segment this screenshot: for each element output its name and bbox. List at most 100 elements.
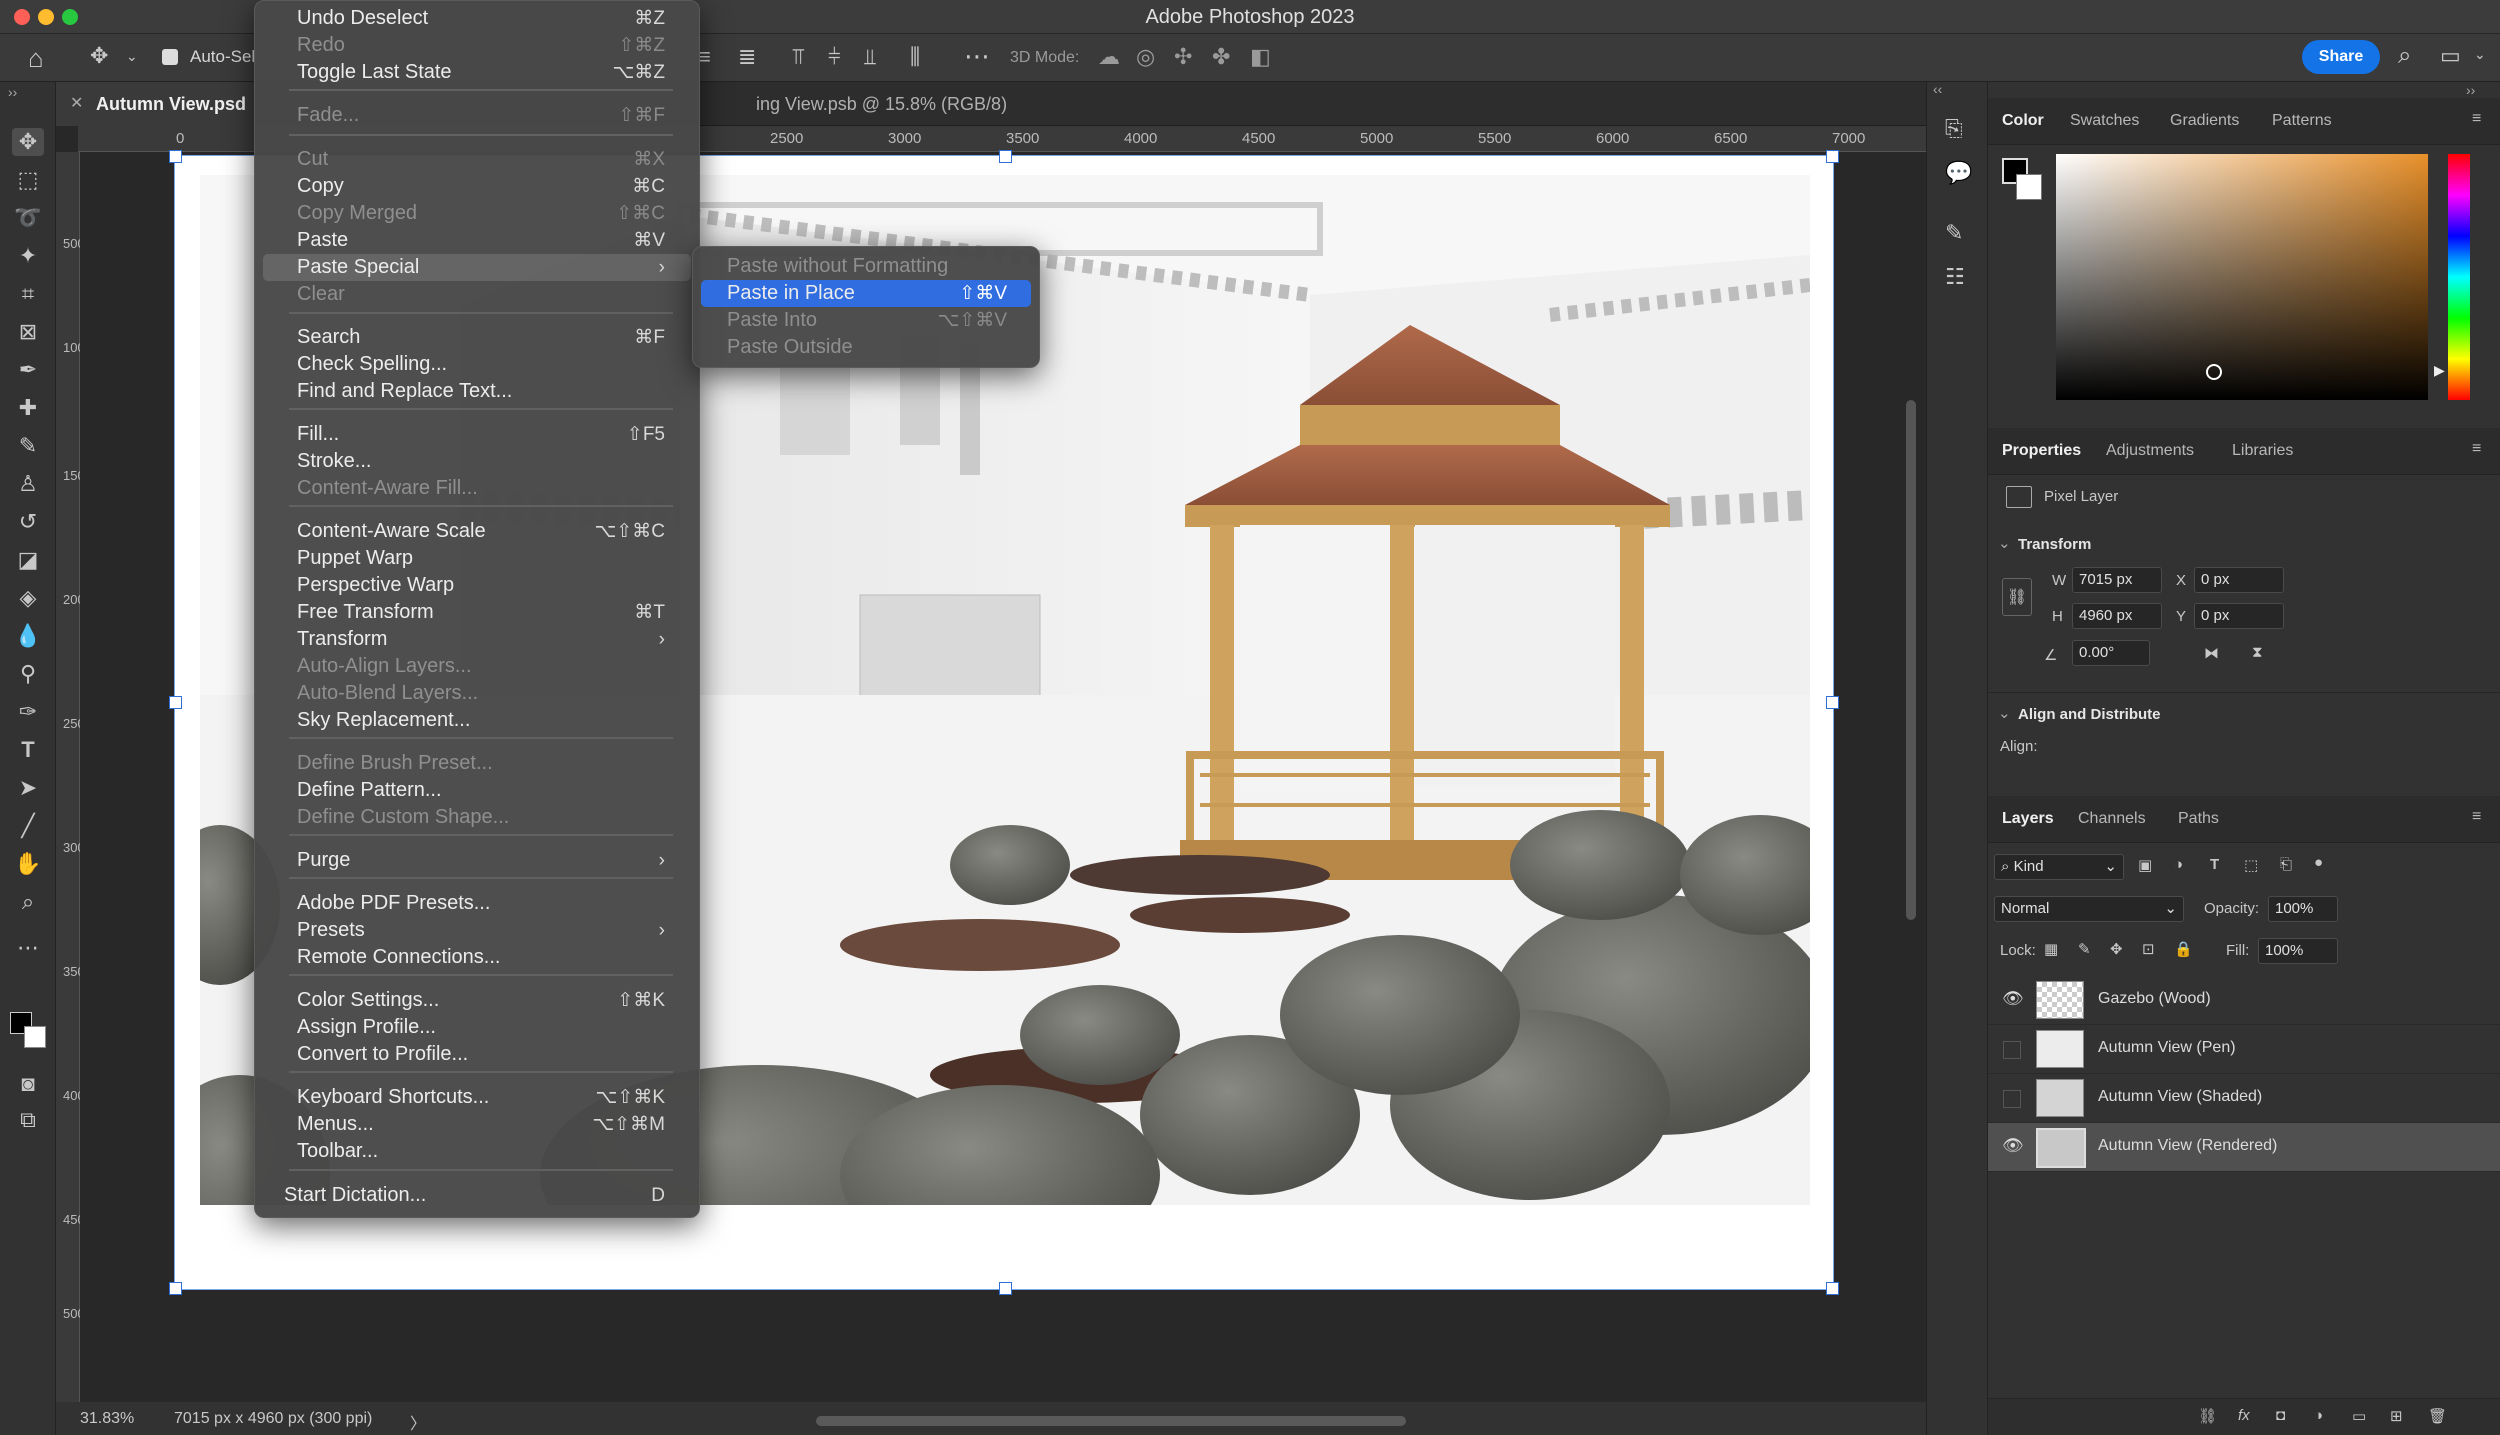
layer-row-selected[interactable]: 👁 Autumn View (Rendered): [1988, 1123, 2500, 1172]
path-selection-tool-icon[interactable]: ➤: [12, 774, 44, 802]
close-tab-icon[interactable]: ✕: [70, 82, 83, 126]
hue-slider-marker[interactable]: ▶: [2434, 362, 2445, 379]
marquee-tool-icon[interactable]: ⬚: [12, 166, 44, 194]
transform-handle[interactable]: [169, 150, 182, 163]
layer-row[interactable]: Autumn View (Pen): [1988, 1025, 2500, 1074]
edit-menu-item[interactable]: Content-Aware Scale ⌥⇧⌘C: [263, 518, 691, 545]
comments-panel-icon[interactable]: 💬: [1945, 162, 1972, 184]
flip-vertical-icon[interactable]: ⧗: [2252, 644, 2263, 661]
visibility-toggle[interactable]: [2003, 1090, 2021, 1108]
adjustments-panel-icon[interactable]: ☷: [1945, 266, 1965, 288]
more-tools-icon[interactable]: ⋯: [12, 934, 44, 962]
filter-pixel-icon[interactable]: ▣: [2138, 856, 2152, 874]
3d-camera-icon[interactable]: ◧: [1250, 46, 1271, 68]
3d-roll-icon[interactable]: ◎: [1136, 46, 1155, 68]
edit-menu-item[interactable]: Transform ›: [263, 626, 691, 653]
search-icon[interactable]: ⌕: [2398, 44, 2411, 68]
height-field[interactable]: 4960 px: [2072, 603, 2162, 629]
filter-shape-icon[interactable]: ⬚: [2244, 856, 2258, 874]
eye-icon[interactable]: 👁: [2002, 1136, 2024, 1156]
paste-special-item[interactable]: Paste Outside: [701, 334, 1031, 361]
panel-menu-icon[interactable]: ≡: [2472, 808, 2481, 826]
edit-menu-item[interactable]: Sky Replacement...: [263, 707, 691, 734]
edit-menu-item[interactable]: Paste ⌘V: [263, 227, 691, 254]
edit-menu-item[interactable]: Purge ›: [263, 847, 691, 874]
filter-adjustment-icon[interactable]: ◑: [2174, 856, 2183, 873]
move-tool-icon[interactable]: ✥: [90, 45, 108, 67]
dodge-tool-icon[interactable]: ⚲: [12, 660, 44, 688]
adjustment-layer-icon[interactable]: ◑: [2314, 1407, 2323, 1424]
stamp-tool-icon[interactable]: ♙: [12, 470, 44, 498]
history-panel-icon[interactable]: ⎘: [1945, 118, 1963, 140]
lock-transparent-icon[interactable]: ▦: [2044, 940, 2058, 958]
color-picker-field[interactable]: [2056, 154, 2428, 400]
crop-tool-icon[interactable]: ⌗: [12, 280, 44, 308]
edit-menu-item[interactable]: Define Brush Preset...: [263, 750, 691, 777]
edit-menu-item[interactable]: Check Spelling...: [263, 351, 691, 378]
lock-all-icon[interactable]: 🔒: [2174, 940, 2193, 958]
edit-menu-item[interactable]: Clear: [263, 281, 691, 308]
filter-type-icon[interactable]: T: [2210, 856, 2219, 873]
distribute-bottom-icon[interactable]: ⫫: [864, 46, 876, 68]
share-button[interactable]: Share: [2302, 40, 2380, 74]
chevron-down-icon[interactable]: ⌄: [126, 49, 138, 63]
fill-field[interactable]: 100%: [2258, 938, 2338, 964]
edit-menu-item[interactable]: Content-Aware Fill...: [263, 475, 691, 502]
3d-pan-icon[interactable]: ✣: [1174, 46, 1192, 68]
paste-special-item[interactable]: Paste Into ⌥⇧⌘V: [701, 307, 1031, 334]
edit-menu-item[interactable]: Paste Special ›: [263, 254, 691, 281]
edit-menu-item[interactable]: Auto-Align Layers...: [263, 653, 691, 680]
width-field[interactable]: 7015 px: [2072, 567, 2162, 593]
edit-menu-item[interactable]: Cut ⌘X: [263, 146, 691, 173]
opacity-field[interactable]: 100%: [2268, 896, 2338, 922]
eraser-tool-icon[interactable]: ◪: [12, 546, 44, 574]
transform-handle[interactable]: [169, 1282, 182, 1295]
layer-row[interactable]: 👁 Gazebo (Wood): [1988, 976, 2500, 1025]
eye-icon[interactable]: 👁: [2002, 989, 2024, 1009]
home-icon[interactable]: ⌂: [28, 45, 44, 71]
collapse-panels-icon[interactable]: ‹‹: [1933, 82, 1942, 96]
chevron-down-icon[interactable]: ⌄: [1998, 534, 2011, 552]
edit-menu-item[interactable]: Convert to Profile...: [263, 1041, 691, 1068]
line-tool-icon[interactable]: ╱: [12, 812, 44, 840]
move-tool-icon[interactable]: ✥: [12, 128, 44, 156]
tab-properties[interactable]: Properties: [2002, 442, 2081, 460]
edit-menu-item[interactable]: Auto-Blend Layers...: [263, 680, 691, 707]
background-color-swatch[interactable]: [24, 1026, 46, 1048]
tab-patterns[interactable]: Patterns: [2272, 112, 2332, 130]
more-options-icon[interactable]: ⋯: [964, 43, 990, 69]
brush-tool-icon[interactable]: ✎: [12, 432, 44, 460]
hue-slider[interactable]: [2448, 154, 2470, 400]
edit-menu-item[interactable]: Free Transform ⌘T: [263, 599, 691, 626]
visibility-toggle[interactable]: [2003, 1041, 2021, 1059]
frame-tool-icon[interactable]: ⊠: [12, 318, 44, 346]
3d-slide-icon[interactable]: ✤: [1212, 46, 1230, 68]
lock-artboard-icon[interactable]: ⊡: [2142, 940, 2155, 958]
layer-filter-select[interactable]: ⌕ Kind ⌄: [1994, 854, 2124, 880]
panel-menu-icon[interactable]: ≡: [2472, 110, 2481, 128]
edit-menu-item[interactable]: Search ⌘F: [263, 324, 691, 351]
edit-menu-item[interactable]: Perspective Warp: [263, 572, 691, 599]
color-picker-cursor[interactable]: [2206, 364, 2222, 380]
tab-channels[interactable]: Channels: [2078, 810, 2146, 828]
edit-menu-item[interactable]: Toggle Last State ⌥⌘Z: [263, 59, 691, 86]
transform-section-title[interactable]: Transform: [2018, 536, 2091, 553]
delete-layer-icon[interactable]: 🗑: [2428, 1407, 2447, 1425]
type-tool-icon[interactable]: T: [12, 736, 44, 764]
tab-layers[interactable]: Layers: [2002, 810, 2054, 828]
workspace-chevron-icon[interactable]: ⌄: [2474, 47, 2486, 61]
paste-special-item[interactable]: Paste in Place ⇧⌘V: [701, 280, 1031, 307]
paint-bucket-tool-icon[interactable]: ◈: [12, 584, 44, 612]
auto-select-checkbox[interactable]: [162, 49, 178, 65]
tab-adjustments[interactable]: Adjustments: [2106, 442, 2194, 460]
edit-menu-item[interactable]: Start Dictation... D: [263, 1182, 691, 1209]
link-dimensions-icon[interactable]: ⛓: [2002, 578, 2032, 616]
edit-menu-item[interactable]: Stroke...: [263, 448, 691, 475]
tab-swatches[interactable]: Swatches: [2070, 112, 2139, 130]
brush-settings-icon[interactable]: ✎: [1945, 222, 1963, 244]
lock-position-icon[interactable]: ✥: [2110, 940, 2123, 958]
edit-menu-item[interactable]: Menus... ⌥⇧⌘M: [263, 1111, 691, 1138]
align-bottom-icon[interactable]: ≣: [738, 46, 756, 68]
history-brush-tool-icon[interactable]: ↺: [12, 508, 44, 536]
screen-mode-icon[interactable]: ⧉: [12, 1106, 44, 1134]
